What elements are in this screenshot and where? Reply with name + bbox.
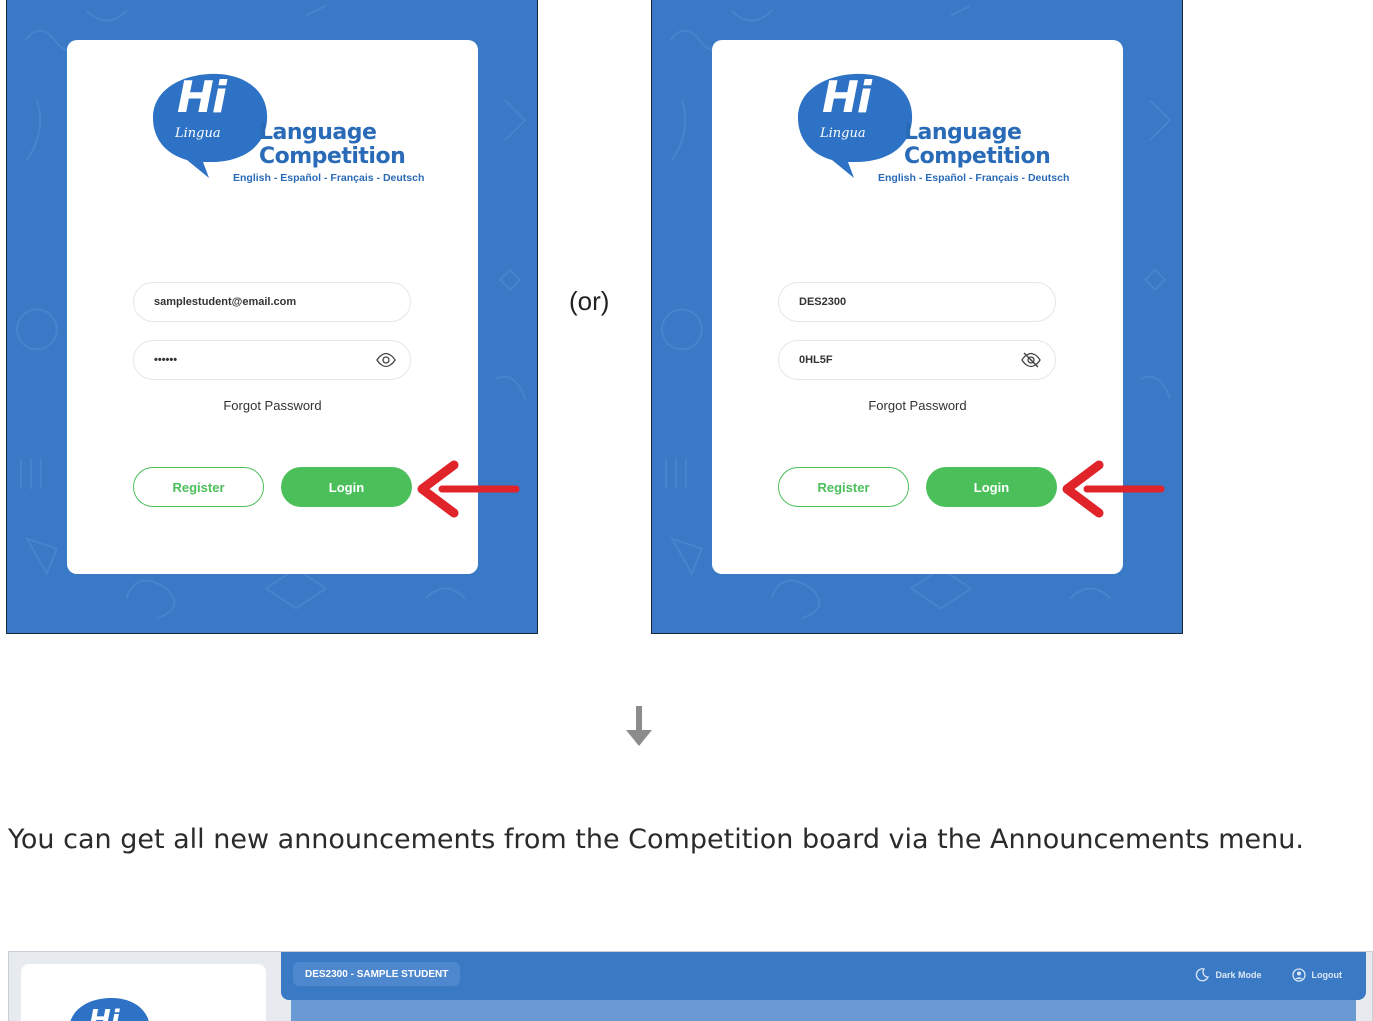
- student-badge: DES2300 - SAMPLE STUDENT: [293, 962, 461, 986]
- down-arrow-icon: [626, 706, 652, 746]
- password-value: ••••••: [154, 354, 178, 366]
- logo-competition-text: Competition: [904, 144, 1051, 169]
- red-pointer-arrow-icon: [417, 460, 520, 518]
- password-input[interactable]: 0HL5F: [778, 340, 1056, 380]
- moon-icon[interactable]: [1195, 968, 1210, 982]
- login-screenshot-email: Hi Lingua Language Competition English -…: [6, 0, 538, 634]
- password-input[interactable]: ••••••: [133, 340, 411, 380]
- logo-competition-text: Competition: [259, 144, 406, 169]
- hi-lingua-logo: Hi Lingua Language Competition English -…: [796, 70, 1069, 190]
- hi-lingua-logo: Hi Lingua Language Competition English -…: [151, 70, 424, 190]
- login-button[interactable]: Login: [281, 467, 412, 507]
- username-input[interactable]: samplestudent@email.com: [133, 282, 411, 322]
- top-actions: Dark Mode Logout: [1195, 968, 1342, 982]
- hi-lingua-logo: Hi: [70, 997, 149, 1021]
- logo-language-text: Language: [259, 120, 377, 145]
- logo-lingua-text: Lingua: [175, 126, 221, 141]
- eye-slash-icon[interactable]: [1021, 352, 1041, 368]
- logo-languages-text: English - Español - Français - Deutsch: [233, 172, 425, 184]
- logo-hi-text: Hi: [177, 72, 227, 123]
- top-bar: DES2300 - SAMPLE STUDENT Dark Mode Logou…: [281, 952, 1366, 1000]
- login-screenshot-code: Hi Lingua Language Competition English -…: [651, 0, 1183, 634]
- logo-hi-text: Hi: [822, 72, 872, 123]
- username-value: samplestudent@email.com: [154, 296, 297, 308]
- login-button[interactable]: Login: [926, 467, 1057, 507]
- instruction-caption: You can get all new announcements from t…: [8, 824, 1304, 855]
- red-pointer-arrow-icon: [1062, 460, 1165, 518]
- username-value: DES2300: [799, 296, 847, 308]
- register-button[interactable]: Register: [133, 467, 264, 507]
- password-value: 0HL5F: [799, 354, 833, 366]
- register-button[interactable]: Register: [778, 467, 909, 507]
- eye-icon[interactable]: [376, 352, 396, 368]
- dashboard-screenshot: Hi DES2300 - SAMPLE STUDENT Dark Mode Lo…: [8, 951, 1373, 1021]
- logo-lingua-text: Lingua: [820, 126, 866, 141]
- forgot-password-link[interactable]: Forgot Password: [712, 398, 1123, 413]
- logo-languages-text: English - Español - Français - Deutsch: [878, 172, 1070, 184]
- forgot-password-link[interactable]: Forgot Password: [67, 398, 478, 413]
- logout-button[interactable]: Logout: [1312, 970, 1343, 980]
- logo-hi-text: Hi: [89, 1005, 121, 1021]
- or-separator: (or): [569, 286, 610, 316]
- content-header: [291, 1000, 1356, 1021]
- dark-mode-toggle[interactable]: Dark Mode: [1215, 970, 1261, 980]
- username-input[interactable]: DES2300: [778, 282, 1056, 322]
- sidebar: Hi: [21, 964, 266, 1021]
- logo-language-text: Language: [904, 120, 1022, 145]
- user-circle-icon[interactable]: [1291, 968, 1306, 982]
